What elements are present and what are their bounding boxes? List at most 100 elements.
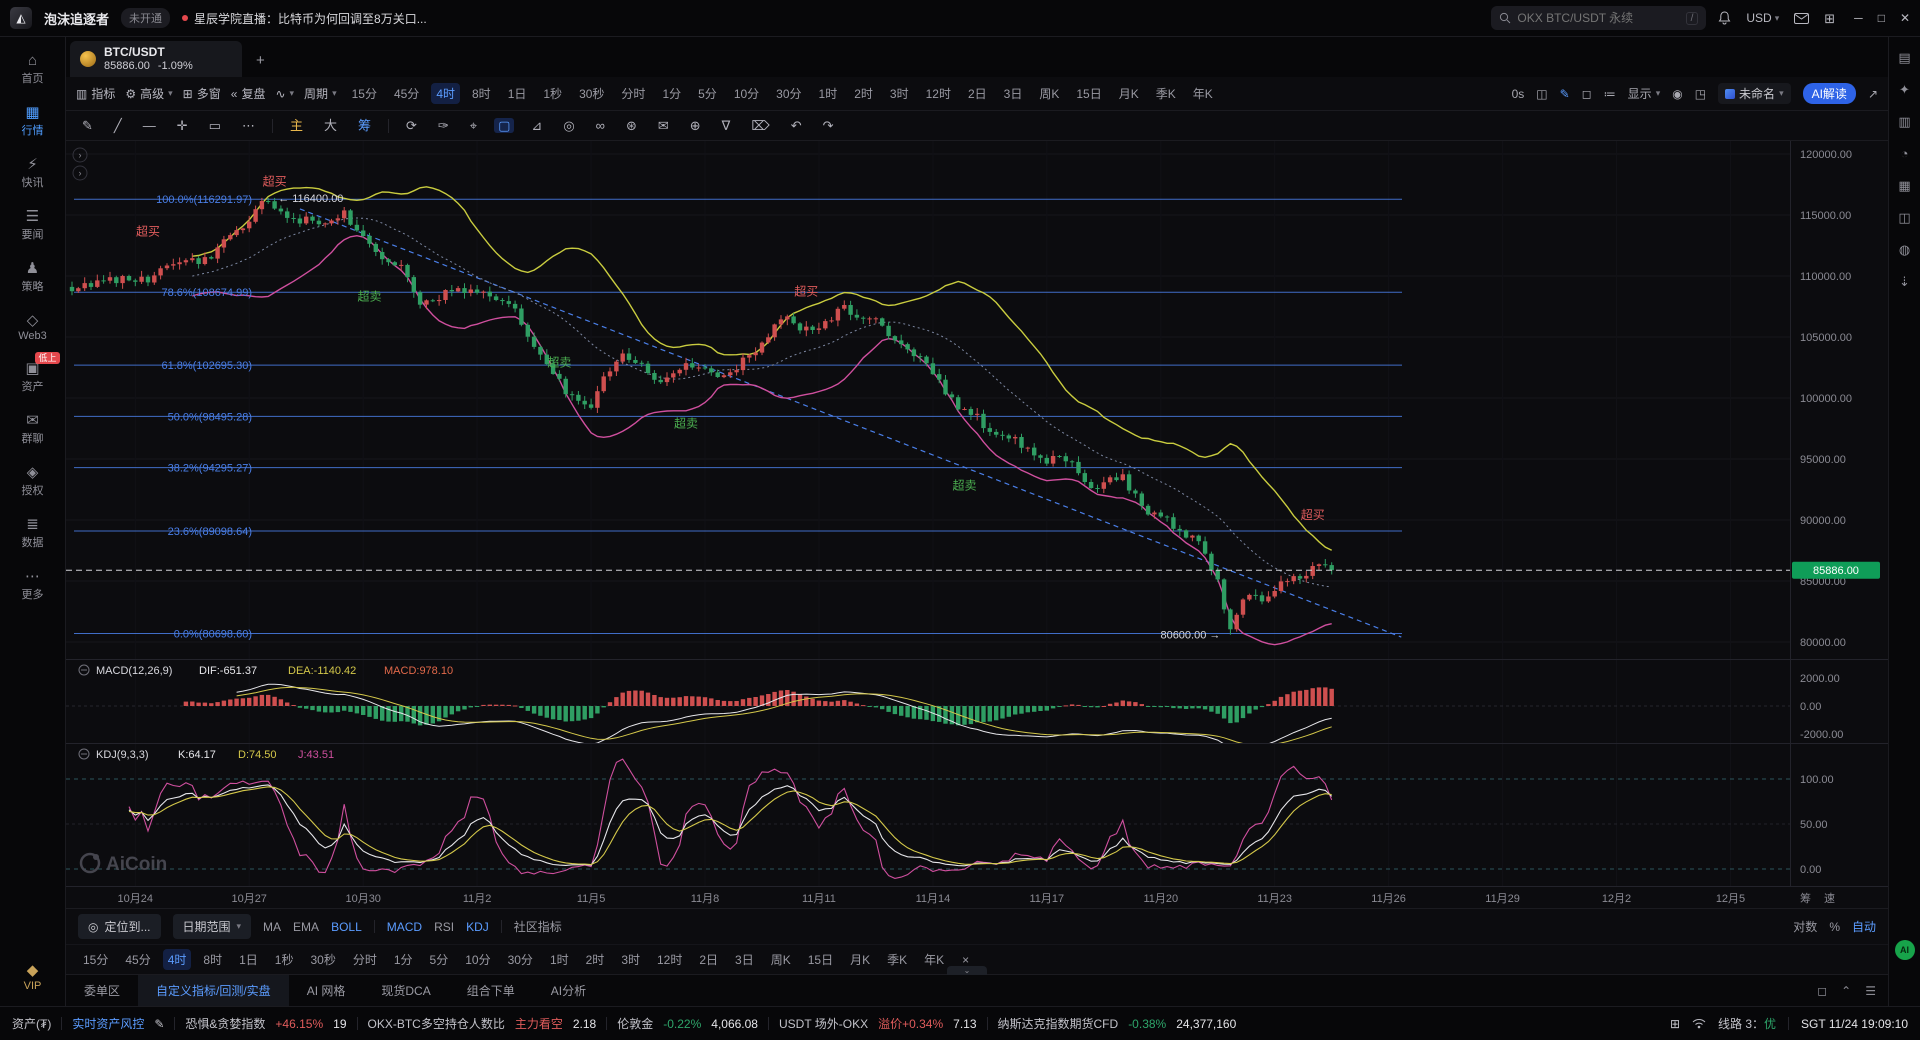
timeframe-4时[interactable]: 4时	[431, 83, 460, 104]
timeframe-30秒[interactable]: 30秒	[574, 83, 609, 104]
layout-name-button[interactable]: 未命名▾	[1718, 83, 1791, 104]
log-scale-toggle[interactable]: 对数	[1793, 918, 1817, 935]
sidebar-item-flash-news[interactable]: ⚡快讯	[3, 153, 63, 194]
layout-toggle-icon[interactable]: ⊞	[1824, 12, 1835, 25]
link-tool[interactable]: ∞	[592, 118, 609, 133]
sidebar-item-market[interactable]: ▦行情	[3, 101, 63, 142]
timeframe-10分[interactable]: 10分	[729, 83, 764, 104]
kdj-toggle[interactable]: KDJ	[466, 920, 489, 934]
chips-toggle[interactable]: 筹	[354, 118, 375, 133]
brush-tool[interactable]: ✑	[434, 118, 453, 133]
timeframe-1秒[interactable]: 1秒	[270, 949, 299, 970]
search-box[interactable]: /	[1491, 6, 1706, 30]
timeframe-12时[interactable]: 12时	[652, 949, 687, 970]
locate-button[interactable]: ◎定位到...	[78, 914, 161, 939]
horizontal-line-tool[interactable]: ―	[139, 118, 160, 133]
sidebar-item-web3[interactable]: ◇Web3	[3, 309, 63, 346]
timeframe-2时[interactable]: 2时	[849, 83, 878, 104]
sidebar-item-authorization[interactable]: ◈授权	[3, 461, 63, 502]
sidebar-item-assets[interactable]: ▣资产低上	[3, 357, 63, 398]
display-button[interactable]: 显示▾	[1628, 85, 1661, 102]
alerts-icon[interactable]: ◔	[1901, 147, 1909, 160]
sidebar-item-headlines[interactable]: ☰要闻	[3, 205, 63, 246]
live-ticker[interactable]: 星辰学院直播：比特币为何回调至8万关口...	[182, 10, 427, 27]
timeframe-15分[interactable]: 15分	[347, 83, 382, 104]
magnet-tool[interactable]: ⌖	[466, 118, 481, 133]
main-chart[interactable]: 100.0%(116291.97)78.6%(108674.99)61.8%(1…	[66, 141, 1888, 908]
timeframe-分时[interactable]: 分时	[348, 949, 382, 970]
date-range-button[interactable]: 日期范围▾	[173, 914, 252, 939]
timeframe-10分[interactable]: 10分	[460, 949, 495, 970]
boll-toggle[interactable]: BOLL	[331, 920, 362, 934]
timeframe-1时[interactable]: 1时	[814, 83, 843, 104]
fear-greed-label[interactable]: 恐惧&贪婪指数	[185, 1015, 265, 1032]
minimize-button[interactable]: ─	[1854, 11, 1863, 25]
sidebar-item-vip[interactable]: ◆VIP	[3, 959, 63, 996]
timeframe-30秒[interactable]: 30秒	[305, 949, 340, 970]
timeframe-15日[interactable]: 15日	[803, 949, 838, 970]
assets-label[interactable]: 资产(₮)	[12, 1015, 51, 1032]
delete-tool[interactable]: ⌦	[747, 118, 773, 133]
panel-tab-自定义指标/回测/实盘[interactable]: 自定义指标/回测/实盘	[138, 975, 289, 1006]
auto-scale-toggle[interactable]: 自动	[1852, 918, 1876, 935]
timeframe-1日[interactable]: 1日	[234, 949, 263, 970]
timeframe-周K[interactable]: 周K	[766, 949, 796, 970]
sidebar-item-strategy[interactable]: ♟策略	[3, 257, 63, 298]
pin-tool[interactable]: ◎	[559, 118, 578, 133]
percent-scale-toggle[interactable]: %	[1829, 920, 1840, 934]
orders-icon[interactable]: ▦	[1898, 179, 1910, 192]
sidebar-item-more[interactable]: ⋯更多	[3, 565, 63, 606]
share-icon[interactable]: ↗	[1868, 88, 1878, 100]
panel-tab-AI分析[interactable]: AI分析	[533, 975, 604, 1006]
timeframe-分时[interactable]: 分时	[616, 83, 650, 104]
panel-tab-AI 网格[interactable]: AI 网格	[289, 975, 364, 1006]
note-tool[interactable]: ✉	[654, 118, 673, 133]
replay-button[interactable]: «复盘	[231, 85, 266, 102]
main-chart-toggle[interactable]: 主	[286, 118, 307, 133]
macd-toggle[interactable]: MACD	[387, 920, 422, 934]
timeframe-季K[interactable]: 季K	[1151, 83, 1181, 104]
fullscreen-icon[interactable]: ◳	[1695, 88, 1706, 100]
timeframe-2时[interactable]: 2时	[581, 949, 610, 970]
comment-icon[interactable]: ◻	[1582, 88, 1592, 100]
long-short-label[interactable]: OKX-BTC多空持仓人数比	[368, 1015, 505, 1032]
ai-assistant-icon[interactable]: AI	[1895, 940, 1915, 960]
timeframe-15分[interactable]: 15分	[78, 949, 113, 970]
panel-tab-委单区[interactable]: 委单区	[66, 975, 138, 1006]
indicator-list-icon[interactable]: ✦	[1899, 83, 1910, 96]
collapse-handle[interactable]: ⌄	[947, 966, 987, 975]
ai-explain-button[interactable]: AI解读	[1803, 83, 1856, 104]
timeframe-5分[interactable]: 5分	[693, 83, 722, 104]
multi-window-button[interactable]: ⊞多窗	[183, 85, 221, 102]
timeframe-15日[interactable]: 15日	[1071, 83, 1106, 104]
timeframe-12时[interactable]: 12时	[921, 83, 956, 104]
ema-toggle[interactable]: EMA	[293, 920, 319, 934]
timeframe-45分[interactable]: 45分	[120, 949, 155, 970]
close-timeframe-bar[interactable]: ×	[962, 953, 969, 967]
ruler-tool[interactable]: ⊿	[527, 118, 546, 133]
pencil-tool[interactable]: ✎	[78, 118, 97, 133]
network-line-label[interactable]: 线路 3：优	[1718, 1015, 1776, 1032]
add-tab-button[interactable]: +	[256, 52, 265, 69]
timeframe-1日[interactable]: 1日	[503, 83, 532, 104]
search-input[interactable]	[1517, 11, 1679, 25]
large-view-toggle[interactable]: 大	[320, 118, 341, 133]
timeframe-2日[interactable]: 2日	[694, 949, 723, 970]
timeframe-1秒[interactable]: 1秒	[538, 83, 567, 104]
object-list-icon[interactable]: ≔	[1604, 88, 1616, 100]
plan-badge[interactable]: 未开通	[121, 8, 170, 28]
timeframe-1分[interactable]: 1分	[389, 949, 418, 970]
mail-icon[interactable]	[1794, 13, 1809, 24]
timeframe-2日[interactable]: 2日	[963, 83, 992, 104]
sidebar-item-data[interactable]: ≣数据	[3, 513, 63, 554]
sidebar-item-group-chat[interactable]: ✉群聊	[3, 409, 63, 450]
undo-button[interactable]: ↶	[787, 118, 806, 133]
timeframe-3时[interactable]: 3时	[616, 949, 645, 970]
maximize-button[interactable]: □	[1878, 11, 1885, 25]
refresh-tool[interactable]: ⟳	[402, 118, 421, 133]
timeframe-1分[interactable]: 1分	[657, 83, 686, 104]
close-button[interactable]: ✕	[1900, 11, 1910, 25]
rectangle-tool[interactable]: ▭	[205, 118, 225, 133]
timeframe-30分[interactable]: 30分	[771, 83, 806, 104]
timeframe-周K[interactable]: 周K	[1034, 83, 1064, 104]
